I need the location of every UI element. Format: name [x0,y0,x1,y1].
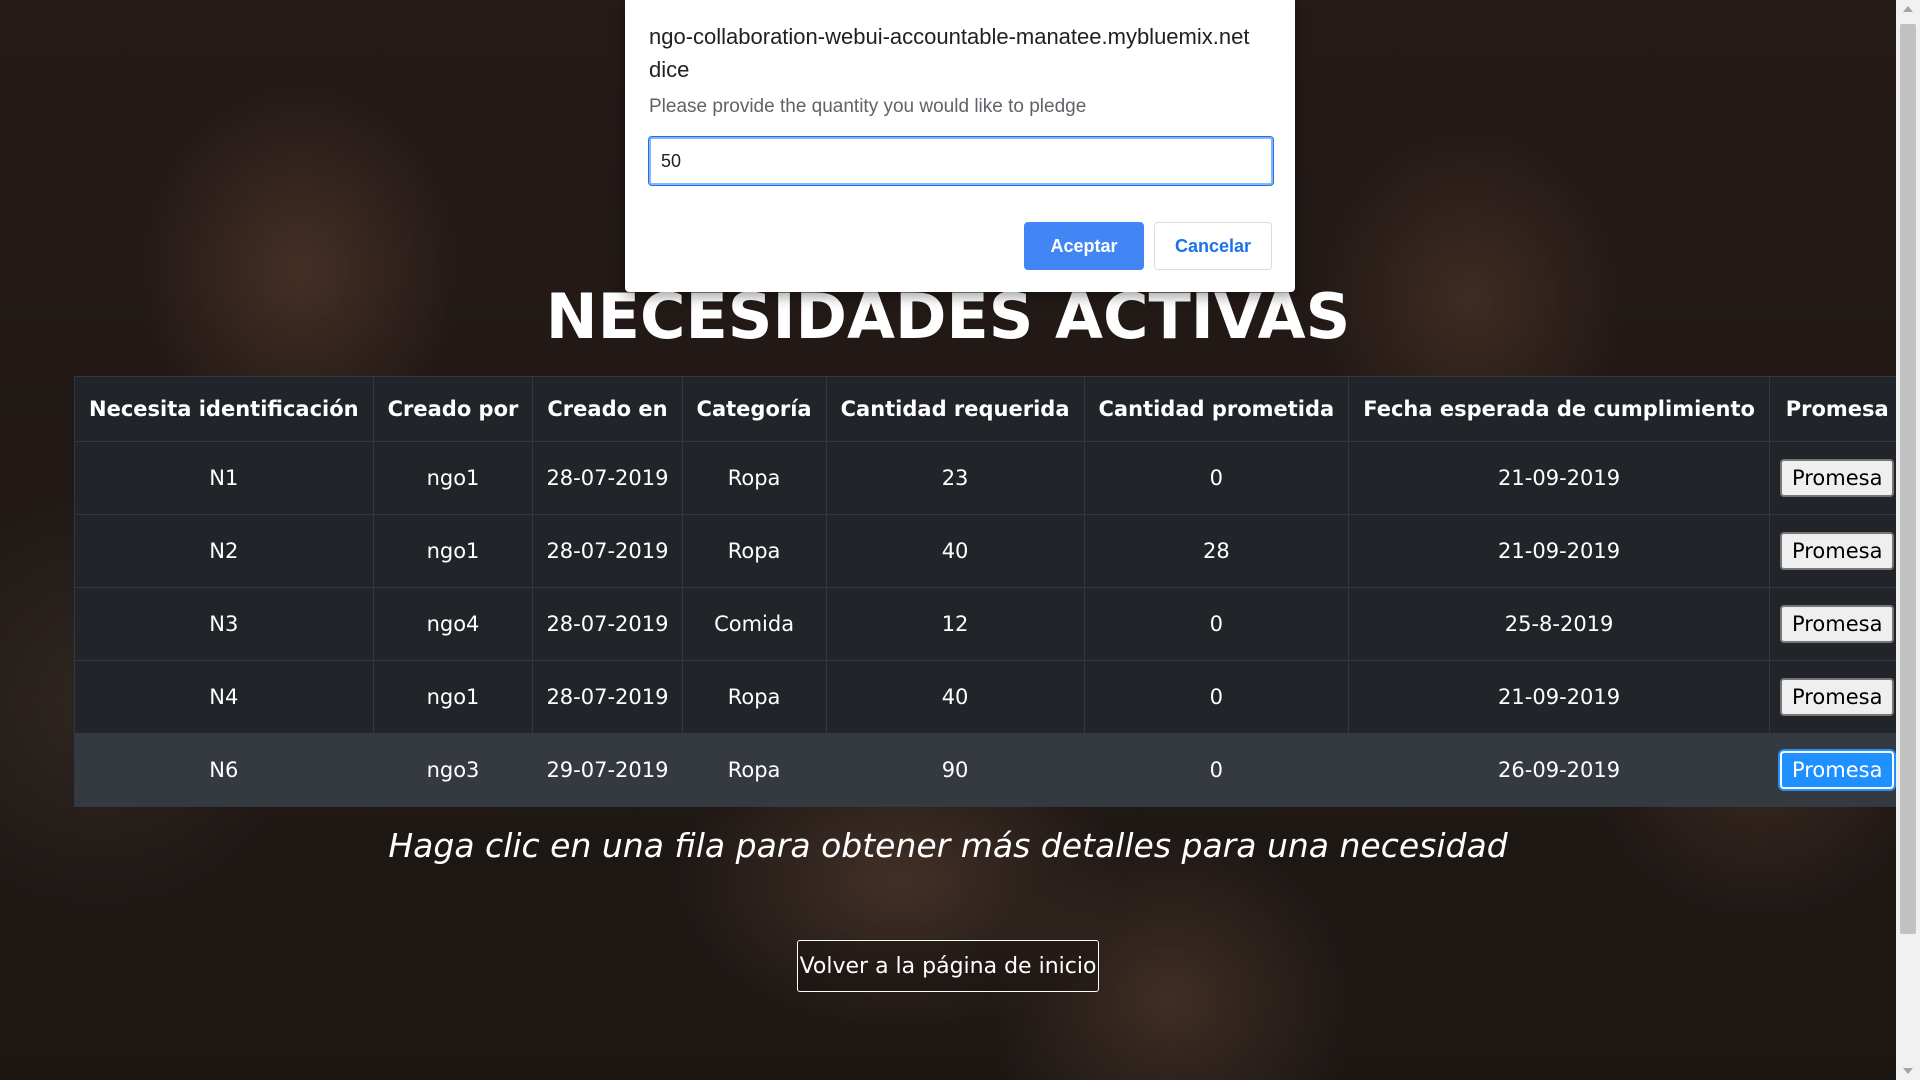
header-expected-date: Fecha esperada de cumplimiento [1348,376,1770,442]
cell-need-id: N3 [74,587,374,661]
cell-required-qty: 90 [825,733,1085,807]
table-row[interactable]: N6 ngo3 29-07-2019 Ropa 90 0 26-09-2019 … [74,733,1906,807]
cell-created-on: 29-07-2019 [532,733,683,807]
vertical-scrollbar[interactable] [1896,0,1920,1080]
table-header-row: Necesita identificación Creado por Cread… [74,376,1906,442]
table-row[interactable]: N1 ngo1 28-07-2019 Ropa 23 0 21-09-2019 … [74,441,1906,515]
header-category: Categoría [681,376,827,442]
cell-pledged-qty: 28 [1083,514,1350,588]
cell-expected-date: 21-09-2019 [1348,441,1770,515]
header-created-on: Creado en [532,376,683,442]
header-pledge: Promesa [1768,376,1906,442]
cell-created-by: ngo1 [372,514,534,588]
cell-required-qty: 12 [825,587,1085,661]
cell-expected-date: 26-09-2019 [1348,733,1770,807]
cell-pledged-qty: 0 [1083,441,1350,515]
cell-pledge: Promesa [1768,733,1906,807]
cell-created-on: 28-07-2019 [532,587,683,661]
scroll-down-arrow-icon[interactable] [1903,1068,1913,1074]
cell-category: Ropa [681,733,827,807]
cell-category: Comida [681,587,827,661]
cell-created-on: 28-07-2019 [532,441,683,515]
cell-created-by: ngo3 [372,733,534,807]
pledge-button[interactable]: Promesa [1779,605,1895,643]
cell-pledge: Promesa [1768,441,1906,515]
cell-pledge: Promesa [1768,660,1906,734]
cell-category: Ropa [681,514,827,588]
cell-category: Ropa [681,441,827,515]
dialog-title: ngo-collaboration-webui-accountable-mana… [649,24,1250,82]
cell-required-qty: 23 [825,441,1085,515]
needs-table: Necesita identificación Creado por Cread… [74,376,1906,807]
cell-need-id: N2 [74,514,374,588]
page: NECESIDADES ACTIVAS Necesita identificac… [0,0,1920,1080]
back-to-home-button[interactable]: Volver a la página de inicio [797,940,1099,992]
cell-expected-date: 25-8-2019 [1348,587,1770,661]
prompt-dialog: ngo-collaboration-webui-accountable-mana… [625,0,1295,292]
table-row[interactable]: N2 ngo1 28-07-2019 Ropa 40 28 21-09-2019… [74,514,1906,588]
needs-table-container: Necesita identificación Creado por Cread… [74,376,1906,807]
cell-pledged-qty: 0 [1083,733,1350,807]
cell-created-on: 28-07-2019 [532,660,683,734]
pledge-button[interactable]: Promesa [1779,678,1895,716]
header-pledged-qty: Cantidad prometida [1083,376,1350,442]
row-click-hint: Haga clic en una fila para obtener más d… [388,826,1508,865]
cell-created-by: ngo4 [372,587,534,661]
pledge-quantity-input[interactable] [649,137,1273,185]
table-row[interactable]: N4 ngo1 28-07-2019 Ropa 40 0 21-09-2019 … [74,660,1906,734]
cell-expected-date: 21-09-2019 [1348,660,1770,734]
pledge-button[interactable]: Promesa [1779,751,1895,789]
pledge-button[interactable]: Promesa [1779,532,1895,570]
cell-need-id: N6 [74,733,374,807]
header-required-qty: Cantidad requerida [825,376,1085,442]
header-created-by: Creado por [372,376,534,442]
cell-pledged-qty: 0 [1083,660,1350,734]
accept-button[interactable]: Aceptar [1024,222,1144,270]
dialog-message: Please provide the quantity you would li… [649,96,1087,117]
cell-required-qty: 40 [825,660,1085,734]
cell-required-qty: 40 [825,514,1085,588]
pledge-button[interactable]: Promesa [1779,459,1895,497]
cell-pledge: Promesa [1768,514,1906,588]
cell-need-id: N4 [74,660,374,734]
table-row[interactable]: N3 ngo4 28-07-2019 Comida 12 0 25-8-2019… [74,587,1906,661]
header-need-id: Necesita identificación [74,376,374,442]
scroll-up-arrow-icon[interactable] [1903,6,1913,12]
cell-pledged-qty: 0 [1083,587,1350,661]
cancel-button[interactable]: Cancelar [1154,222,1272,270]
cell-pledge: Promesa [1768,587,1906,661]
cell-created-by: ngo1 [372,441,534,515]
cell-expected-date: 21-09-2019 [1348,514,1770,588]
scrollbar-thumb[interactable] [1900,24,1916,934]
cell-category: Ropa [681,660,827,734]
cell-need-id: N1 [74,441,374,515]
cell-created-by: ngo1 [372,660,534,734]
cell-created-on: 28-07-2019 [532,514,683,588]
